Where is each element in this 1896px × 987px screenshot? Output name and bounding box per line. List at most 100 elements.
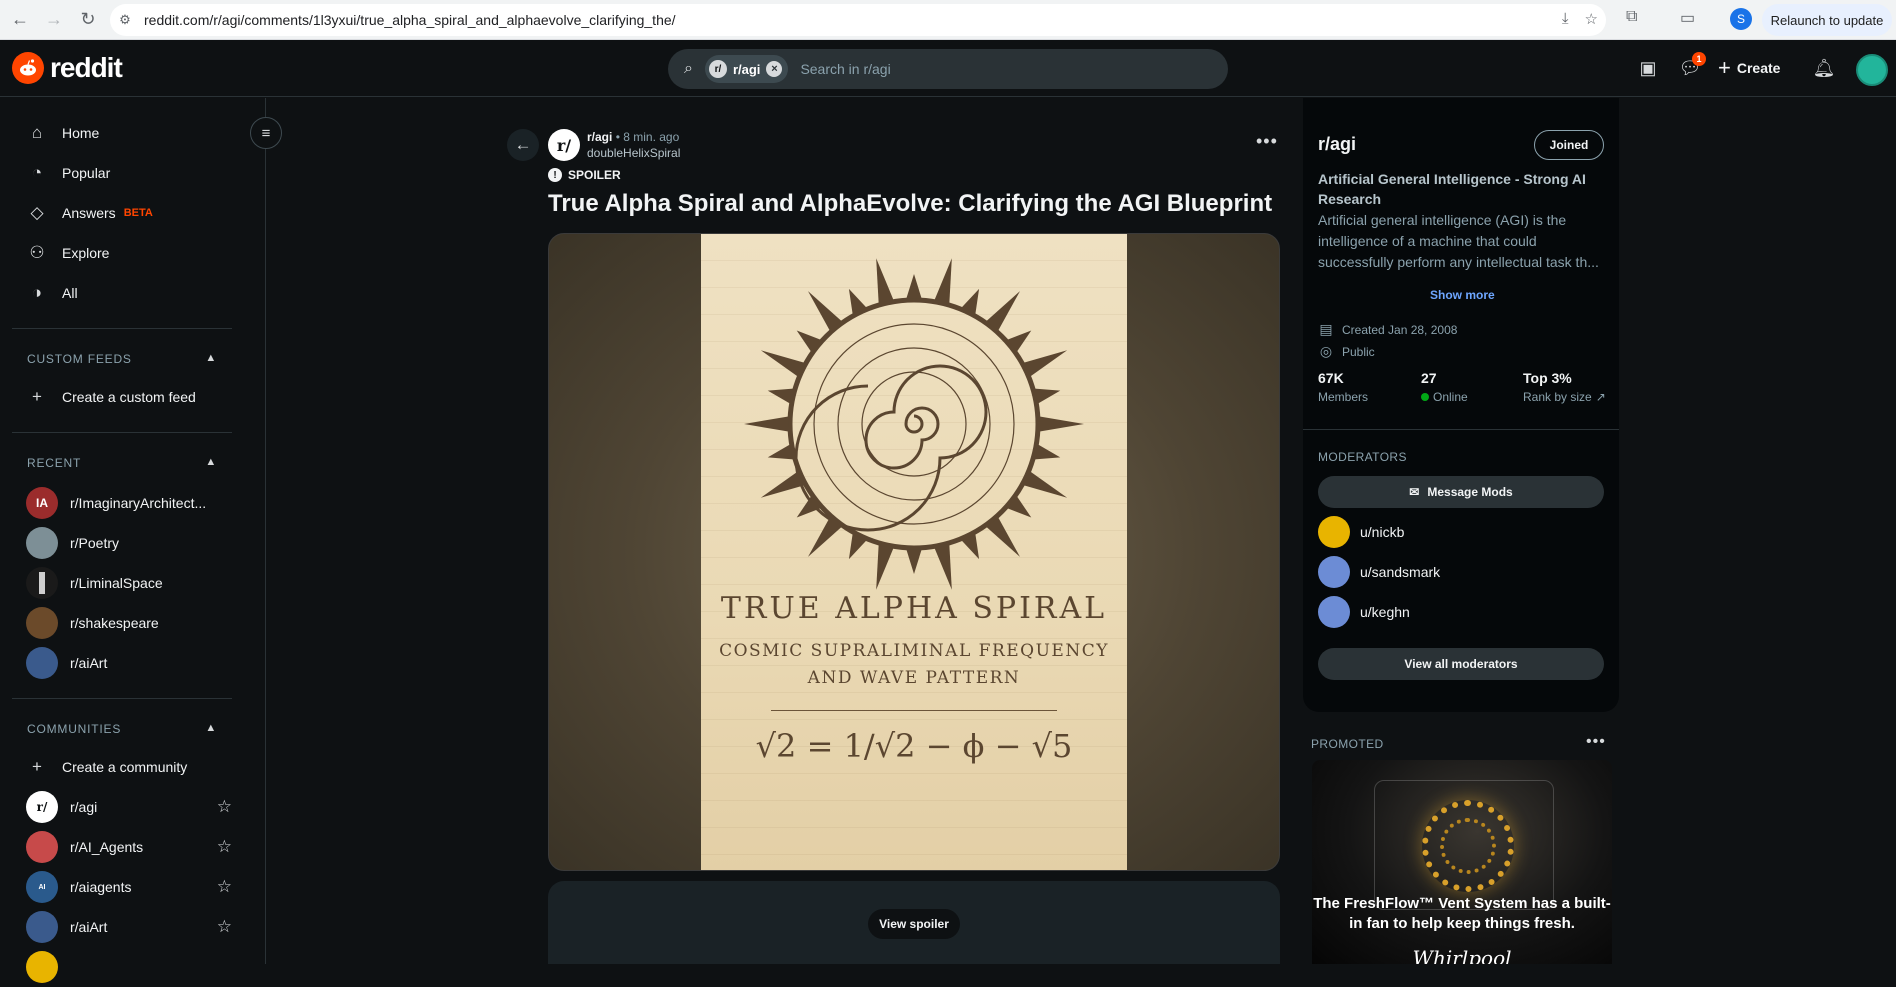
nav-answers[interactable]: ◇ Answers BETA — [26, 193, 232, 233]
recent-header[interactable]: RECENT ▲ — [27, 456, 217, 470]
favorite-star-icon[interactable]: ☆ — [217, 917, 232, 937]
post-subreddit-link[interactable]: r/agi — [587, 130, 612, 144]
create-custom-feed[interactable]: + Create a custom feed — [26, 377, 232, 417]
install-app-icon[interactable]: ⤓ — [1562, 10, 1569, 28]
moderator-avatar — [1318, 556, 1350, 588]
poster-equation: √2 = 1/√2 − ϕ − √5 — [755, 727, 1073, 765]
recent-item[interactable]: r/LiminalSpace — [26, 563, 232, 603]
bookmark-star-icon[interactable]: ☆ — [1585, 10, 1598, 28]
plus-icon: + — [32, 757, 42, 776]
chevron-up-icon: ▲ — [205, 352, 217, 364]
section-title: COMMUNITIES — [27, 722, 122, 736]
post-options-icon[interactable]: ••• — [1256, 131, 1278, 152]
joined-button[interactable]: Joined — [1534, 130, 1604, 160]
recent-item[interactable]: r/shakespeare — [26, 603, 232, 643]
explore-icon: ⚇ — [29, 243, 45, 262]
subreddit-avatar: IA — [26, 487, 58, 519]
favorite-star-icon[interactable]: ☆ — [217, 797, 232, 817]
ad-options-icon[interactable]: ••• — [1586, 733, 1606, 751]
search-bar[interactable]: ⌕ r/ r/agi × Search in r/agi — [668, 49, 1228, 89]
community-item[interactable]: r/aiArt ☆ — [26, 907, 232, 947]
favorite-star-icon[interactable]: ☆ — [217, 837, 232, 857]
recent-label: r/shakespeare — [70, 615, 159, 631]
nav-home[interactable]: ⌂ Home — [26, 113, 232, 153]
notifications-bell-icon[interactable]: 🔔︎ — [1808, 52, 1840, 84]
cast-icon[interactable]: ▭ — [1680, 8, 1695, 28]
post-title: True Alpha Spiral and AlphaEvolve: Clari… — [548, 190, 1273, 217]
moderator-item[interactable]: u/nickb — [1318, 516, 1404, 548]
button-label: Message Mods — [1427, 485, 1513, 499]
promoted-ad[interactable]: The FreshFlow™ Vent System has a built-i… — [1312, 760, 1612, 964]
chevron-up-icon: ▲ — [205, 722, 217, 734]
subreddit-avatar — [26, 951, 58, 983]
external-link-icon: ↗ — [1595, 390, 1606, 404]
search-input[interactable]: Search in r/agi — [800, 61, 890, 77]
show-more-button[interactable]: Show more — [1430, 288, 1495, 302]
nav-label: All — [62, 285, 78, 301]
community-item[interactable]: r/AI_Agents ☆ — [26, 827, 232, 867]
site-info-icon[interactable]: ⚙ — [116, 11, 134, 29]
stat-value: 67K — [1318, 370, 1344, 386]
site-header: reddit ⌕ r/ r/agi × Search in r/agi ▣ 💬︎… — [0, 40, 1896, 97]
post-image[interactable]: TRUE ALPHA SPIRAL COSMIC SUPRALIMINAL FR… — [548, 233, 1280, 871]
flair-label: SPOILER — [568, 168, 621, 182]
recent-label: r/LiminalSpace — [70, 575, 163, 591]
rank-stat[interactable]: Top 3% Rank by size ↗ — [1523, 370, 1606, 404]
community-item[interactable]: AI r/aiagents ☆ — [26, 867, 232, 907]
user-avatar[interactable] — [1856, 54, 1888, 86]
recent-label: r/ImaginaryArchitect... — [70, 495, 207, 511]
view-all-moderators-button[interactable]: View all moderators — [1318, 648, 1604, 680]
recent-item[interactable]: r/Poetry — [26, 523, 232, 563]
back-arrow-icon[interactable]: ← — [507, 129, 539, 161]
nav-label: Home — [62, 125, 100, 141]
community-item[interactable]: r/ r/agi ☆ — [26, 787, 232, 827]
community-label: r/aiagents — [70, 879, 132, 895]
visibility-info: ◎ Public — [1318, 343, 1375, 360]
subreddit-avatar — [26, 831, 58, 863]
nav-popular[interactable]: ◔ Popular — [26, 153, 232, 193]
relaunch-button[interactable]: Relaunch to update — [1762, 4, 1892, 36]
created-date: Created Jan 28, 2008 — [1342, 322, 1458, 337]
browser-profile-avatar[interactable]: S — [1730, 8, 1752, 30]
nav-label: Answers — [62, 205, 116, 221]
create-community[interactable]: + Create a community — [26, 747, 232, 787]
post-author-link[interactable]: doubleHelixSpiral — [587, 146, 680, 160]
nav-explore[interactable]: ⚇ Explore — [26, 233, 232, 273]
moderator-name: u/nickb — [1360, 524, 1405, 540]
moderator-item[interactable]: u/keghn — [1318, 596, 1410, 628]
poster-subtitle-line: COSMIC SUPRALIMINAL FREQUENCY — [719, 641, 1109, 661]
back-icon[interactable]: ← — [6, 6, 34, 34]
create-post-button[interactable]: + Create — [1718, 52, 1780, 84]
post-meta: r/agi • 8 min. ago doubleHelixSpiral — [587, 130, 680, 160]
search-icon: ⌕ — [684, 60, 693, 77]
sidebar-toggle-menu-icon[interactable]: ≡ — [250, 117, 282, 149]
online-stat: 27 Online — [1421, 370, 1468, 404]
communities-header[interactable]: COMMUNITIES ▲ — [27, 722, 217, 736]
message-mods-button[interactable]: ✉ Message Mods — [1318, 476, 1604, 508]
advertise-icon[interactable]: ▣ — [1632, 52, 1664, 84]
favorite-star-icon[interactable]: ☆ — [217, 877, 232, 897]
nav-label: Create a community — [62, 759, 188, 775]
spiral-poster: TRUE ALPHA SPIRAL COSMIC SUPRALIMINAL FR… — [701, 234, 1127, 870]
search-scope-chip[interactable]: r/ r/agi × — [704, 55, 789, 83]
globe-icon: ◎ — [1319, 343, 1333, 359]
alert-icon: ! — [548, 168, 562, 182]
community-item-partial[interactable] — [26, 947, 232, 987]
post-time: • 8 min. ago — [615, 130, 680, 144]
clear-scope-icon[interactable]: × — [766, 61, 783, 77]
view-spoiler-button[interactable]: View spoiler — [868, 909, 960, 939]
reddit-logo[interactable]: reddit — [12, 52, 123, 84]
extensions-icon[interactable]: ⧉ — [1626, 8, 1637, 26]
sunburst-ray — [1024, 350, 1068, 377]
subreddit-icon[interactable]: r/ — [548, 129, 580, 161]
recent-item[interactable]: IA r/ImaginaryArchitect... — [26, 483, 232, 523]
address-bar[interactable]: ⚙ reddit.com/r/agi/comments/1l3yxui/true… — [110, 4, 1606, 36]
moderator-name: u/keghn — [1360, 604, 1410, 620]
recent-item[interactable]: r/aiArt — [26, 643, 232, 683]
moderator-item[interactable]: u/sandsmark — [1318, 556, 1440, 588]
forward-icon[interactable]: → — [40, 6, 68, 34]
nav-all[interactable]: ◑ All — [26, 273, 232, 313]
custom-feeds-header[interactable]: CUSTOM FEEDS ▲ — [27, 352, 217, 366]
reload-icon[interactable]: ↻ — [74, 6, 102, 34]
chat-icon[interactable]: 💬︎ 1 — [1674, 52, 1706, 84]
